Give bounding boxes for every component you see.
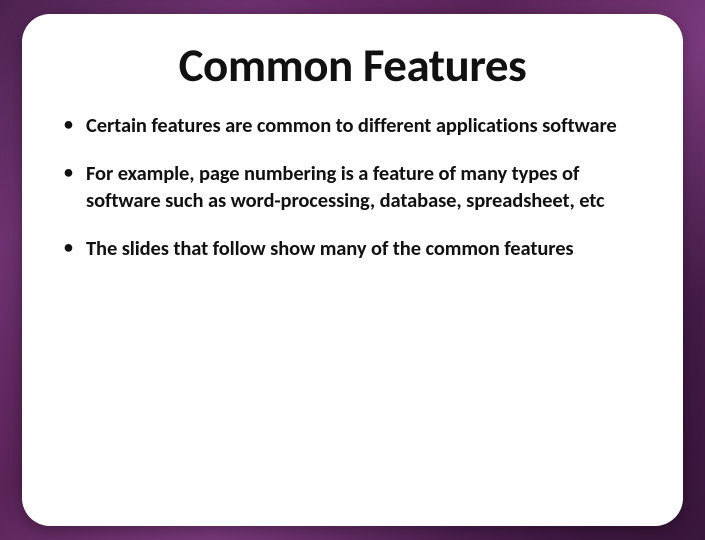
- list-item: For example, page numbering is a feature…: [58, 160, 653, 215]
- slide-title: Common Features: [52, 36, 653, 94]
- list-item: Certain features are common to different…: [58, 112, 653, 140]
- slide-card: Common Features Certain features are com…: [22, 14, 683, 526]
- list-item: The slides that follow show many of the …: [58, 235, 653, 263]
- bullet-list: Certain features are common to different…: [52, 112, 653, 263]
